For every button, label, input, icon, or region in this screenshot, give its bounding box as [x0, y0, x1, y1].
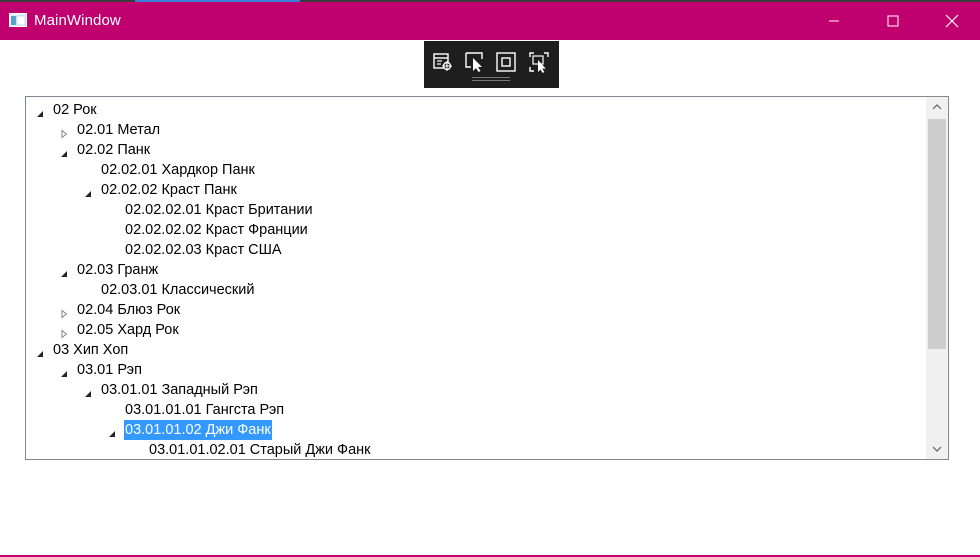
tree-item[interactable]: 03 Хип Хоп — [26, 340, 926, 360]
tree-item[interactable]: 02.03 Гранж — [26, 260, 926, 280]
tree-item[interactable]: 02.02 Панк — [26, 140, 926, 160]
tree-item-label: 03.01 Рэп — [77, 362, 142, 378]
tree-item-label: 02.03 Гранж — [77, 262, 159, 278]
tree-item-label: 03.01.01.01 Гангста Рэп — [125, 402, 285, 418]
tree-item[interactable]: 03.01 Рэп — [26, 360, 926, 380]
maximize-icon — [887, 15, 899, 27]
tree-item[interactable]: 02.02.01 Хардкор Панк — [26, 160, 926, 180]
minimize-button[interactable] — [811, 2, 857, 40]
tree-item[interactable]: 03.01.01.01 Гангста Рэп — [26, 400, 926, 420]
tree-item[interactable]: 02.01 Метал — [26, 120, 926, 140]
tree-item-label: 02.02.02.01 Краст Британии — [125, 202, 313, 218]
select-element-icon — [465, 52, 483, 72]
expanded-arrow-icon[interactable] — [83, 185, 93, 197]
maximize-button[interactable] — [870, 2, 916, 40]
track-focused-element-icon — [529, 52, 549, 73]
xaml-debug-toolbar — [424, 41, 559, 88]
tree-item[interactable]: 03.01.01.02 Джи Фанк — [26, 420, 926, 440]
live-visual-tree-button[interactable] — [431, 50, 455, 74]
collapsed-arrow-icon[interactable] — [59, 325, 69, 339]
collapsed-arrow-icon[interactable] — [59, 125, 69, 139]
close-button[interactable] — [929, 2, 975, 40]
tree-item-label: 02.01 Метал — [77, 122, 161, 138]
tree-item[interactable]: 02.02.02.03 Краст США — [26, 240, 926, 260]
expanded-arrow-icon[interactable] — [35, 105, 45, 117]
track-focused-element-button[interactable] — [527, 50, 551, 74]
expanded-arrow-icon[interactable] — [59, 145, 69, 157]
tree-item-label: 02.02.01 Хардкор Панк — [101, 162, 255, 178]
tree-item[interactable]: 02.02.02 Краст Панк — [26, 180, 926, 200]
chevron-up-icon — [932, 104, 942, 110]
scroll-down-button[interactable] — [926, 439, 948, 459]
collapsed-arrow-icon[interactable] — [59, 305, 69, 319]
tree-item-label: 03.01.01.02 Джи Фанк — [124, 420, 272, 440]
tree-item-label: 03.01.01.02.01 Старый Джи Фанк — [149, 442, 371, 458]
expanded-arrow-icon[interactable] — [59, 265, 69, 277]
tree-item-label: 03 Хип Хоп — [53, 342, 129, 358]
expanded-arrow-icon[interactable] — [83, 385, 93, 397]
tree-item-label: 02.04 Блюз Рок — [77, 302, 181, 318]
tree-item-label: 02.05 Хард Рок — [77, 322, 179, 338]
window-title: MainWindow — [34, 12, 121, 29]
display-layout-adorners-icon — [496, 52, 516, 72]
tree-item-label: 02.02.02 Краст Панк — [101, 182, 237, 198]
tree-item[interactable]: 02.02.02.02 Краст Франции — [26, 220, 926, 240]
live-visual-tree-icon — [433, 53, 452, 71]
expanded-arrow-icon[interactable] — [59, 365, 69, 377]
scroll-thumb[interactable] — [928, 119, 946, 349]
tree-item-label: 02 Рок — [53, 102, 97, 118]
tree-item[interactable]: 02.05 Хард Рок — [26, 320, 926, 340]
tree-item-label: 02.02.02.02 Краст Франции — [125, 222, 308, 238]
tree-item-label: 02.02.02.03 Краст США — [125, 242, 282, 258]
select-element-button[interactable] — [463, 50, 487, 74]
scroll-up-button[interactable] — [926, 97, 948, 117]
title-bar[interactable]: MainWindow — [0, 2, 980, 40]
display-layout-adorners-button[interactable] — [494, 50, 518, 74]
tree-item-label: 02.02 Панк — [77, 142, 151, 158]
tree-view[interactable]: 02 Рок 02.01 Метал 02.02 Панк 02.02.01 Хард… — [25, 96, 949, 460]
tree-item[interactable]: 03.01.01.02.01 Старый Джи Фанк — [26, 440, 926, 459]
tree-item-label: 03.01.01 Западный Рэп — [101, 382, 258, 398]
expanded-arrow-icon[interactable] — [35, 345, 45, 357]
vertical-scrollbar[interactable] — [926, 97, 948, 459]
tree-item[interactable]: 02 Рок — [26, 100, 926, 120]
tree-item-label: 02.03.01 Классический — [101, 282, 255, 298]
expanded-arrow-icon[interactable] — [107, 425, 117, 437]
toolbar-grip[interactable] — [472, 77, 510, 82]
close-icon — [945, 14, 959, 28]
app-window-icon — [9, 13, 27, 27]
tree-item[interactable]: 02.03.01 Классический — [26, 280, 926, 300]
chevron-down-icon — [932, 446, 942, 452]
tree-item[interactable]: 02.02.02.01 Краст Британии — [26, 200, 926, 220]
tree-item[interactable]: 03.01.01 Западный Рэп — [26, 380, 926, 400]
minimize-icon — [829, 20, 839, 22]
tree-item[interactable]: 02.04 Блюз Рок — [26, 300, 926, 320]
